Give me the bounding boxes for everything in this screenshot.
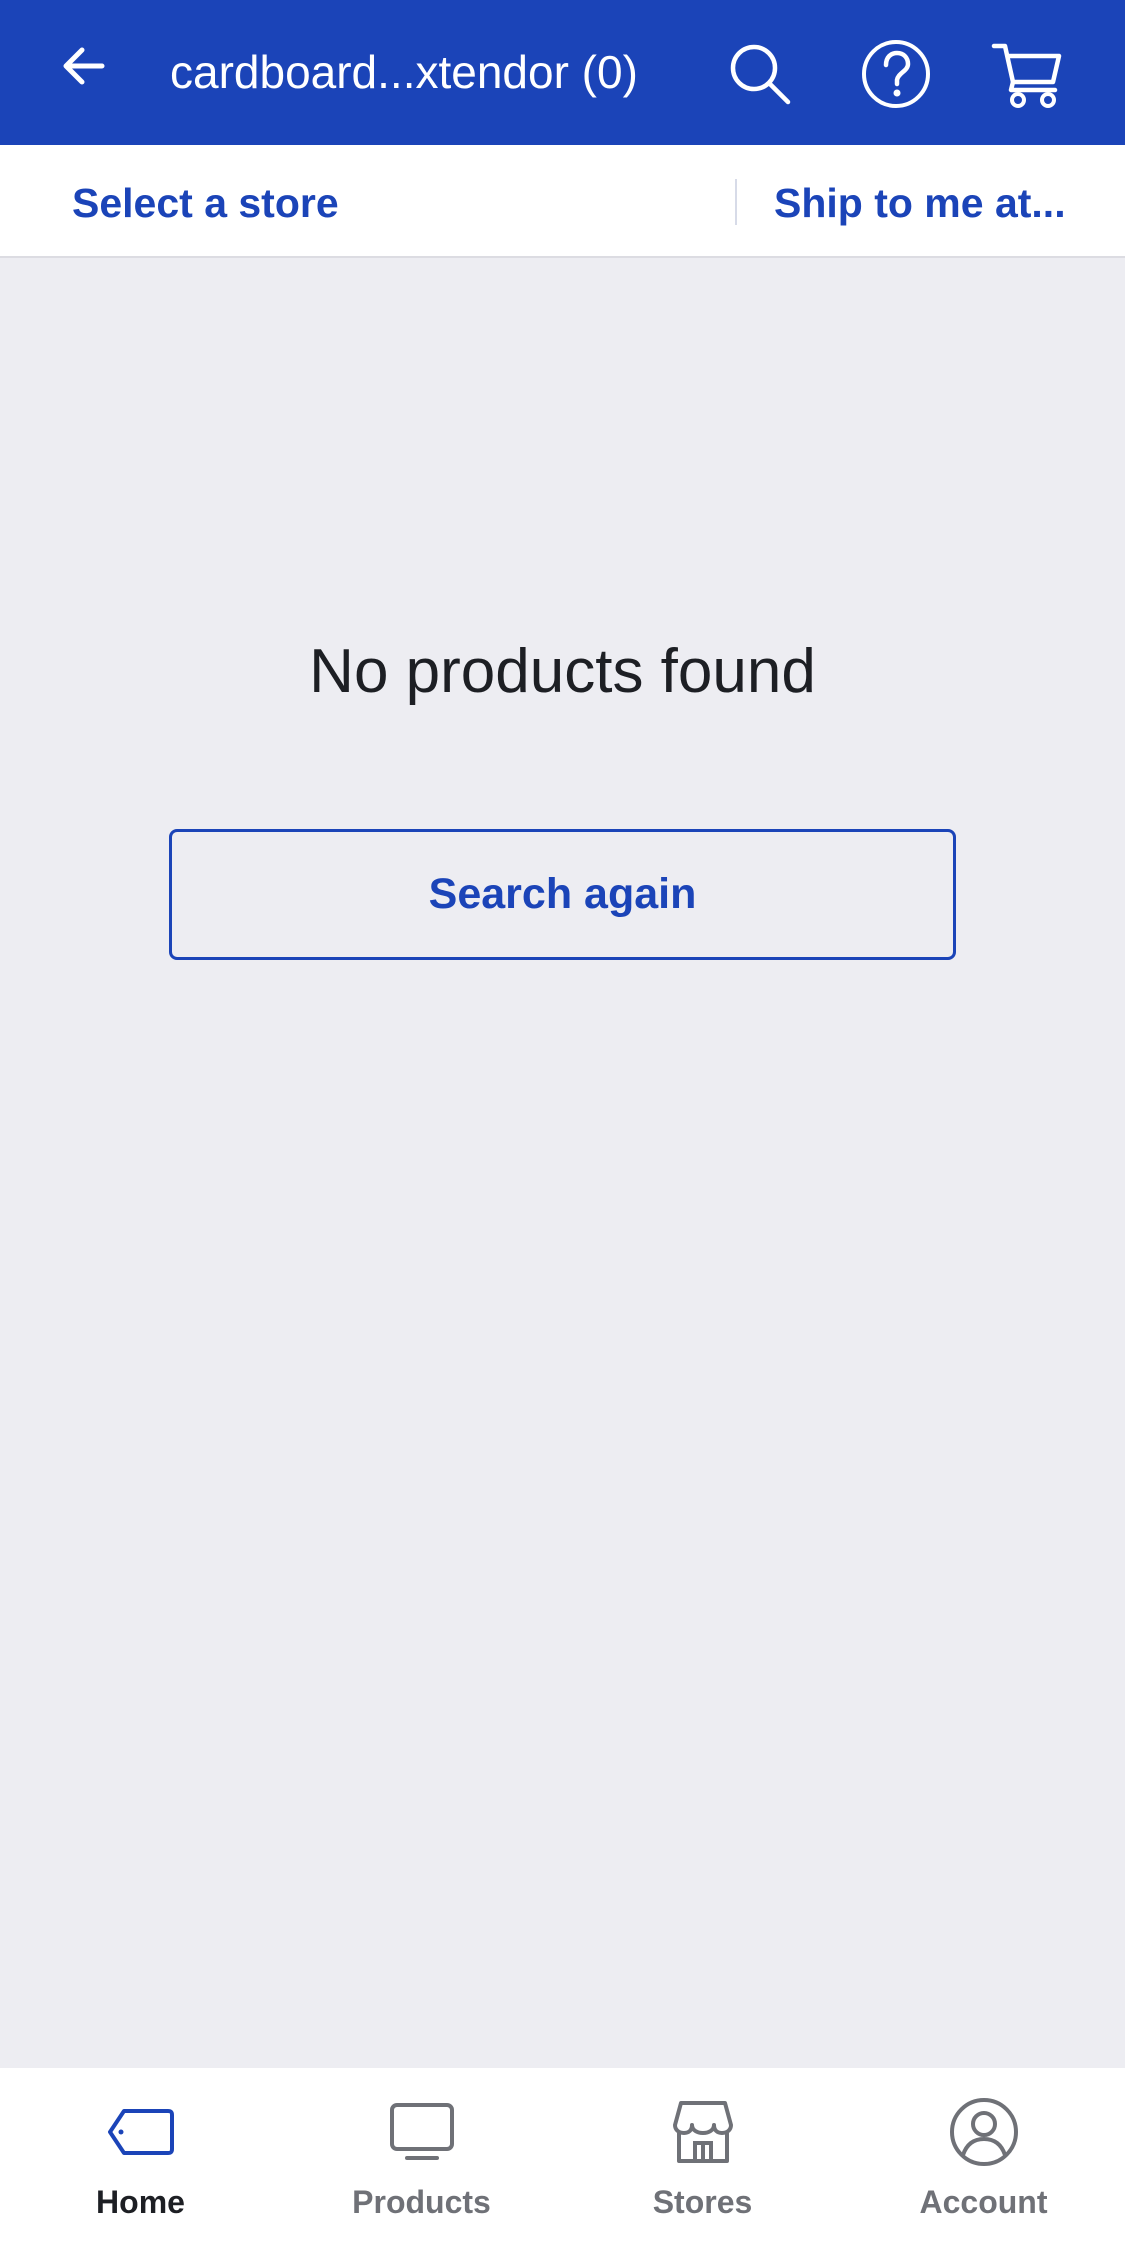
arrow-left-icon xyxy=(63,47,105,85)
account-icon xyxy=(949,2098,1018,2166)
tag-icon xyxy=(107,2109,174,2155)
help-circle-icon xyxy=(862,40,930,108)
search-icon xyxy=(730,44,791,105)
empty-state-message: No products found xyxy=(309,637,816,706)
bottom-navigation: Home Products Stores Account xyxy=(0,2068,1125,2250)
search-button[interactable] xyxy=(722,36,798,112)
search-again-button[interactable]: Search again xyxy=(169,829,956,960)
store-icon xyxy=(672,2101,733,2163)
cart-icon xyxy=(991,43,1062,108)
nav-item-account[interactable]: Account xyxy=(843,2068,1124,2250)
nav-label-stores: Stores xyxy=(652,2184,753,2220)
top-app-bar: cardboard...xtendor (0) xyxy=(0,0,1125,145)
nav-item-stores[interactable]: Stores xyxy=(562,2068,843,2250)
page-title: cardboard...xtendor (0) xyxy=(170,46,638,98)
back-button[interactable] xyxy=(48,30,120,102)
nav-label-account: Account xyxy=(919,2184,1048,2220)
divider xyxy=(735,179,737,225)
fulfillment-bar: Select a store Ship to me at... xyxy=(0,145,1125,258)
nav-item-home[interactable]: Home xyxy=(0,2068,281,2250)
select-store-link[interactable]: Select a store xyxy=(72,173,339,233)
monitor-icon xyxy=(389,2103,454,2160)
ship-to-link[interactable]: Ship to me at... xyxy=(774,173,1066,233)
app-root: cardboard...xtendor (0) Select a store S… xyxy=(0,0,1125,2250)
cart-button[interactable] xyxy=(990,36,1066,112)
help-button[interactable] xyxy=(858,36,934,112)
nav-label-home: Home xyxy=(96,2184,185,2220)
nav-label-products: Products xyxy=(352,2184,491,2220)
nav-item-products[interactable]: Products xyxy=(281,2068,562,2250)
